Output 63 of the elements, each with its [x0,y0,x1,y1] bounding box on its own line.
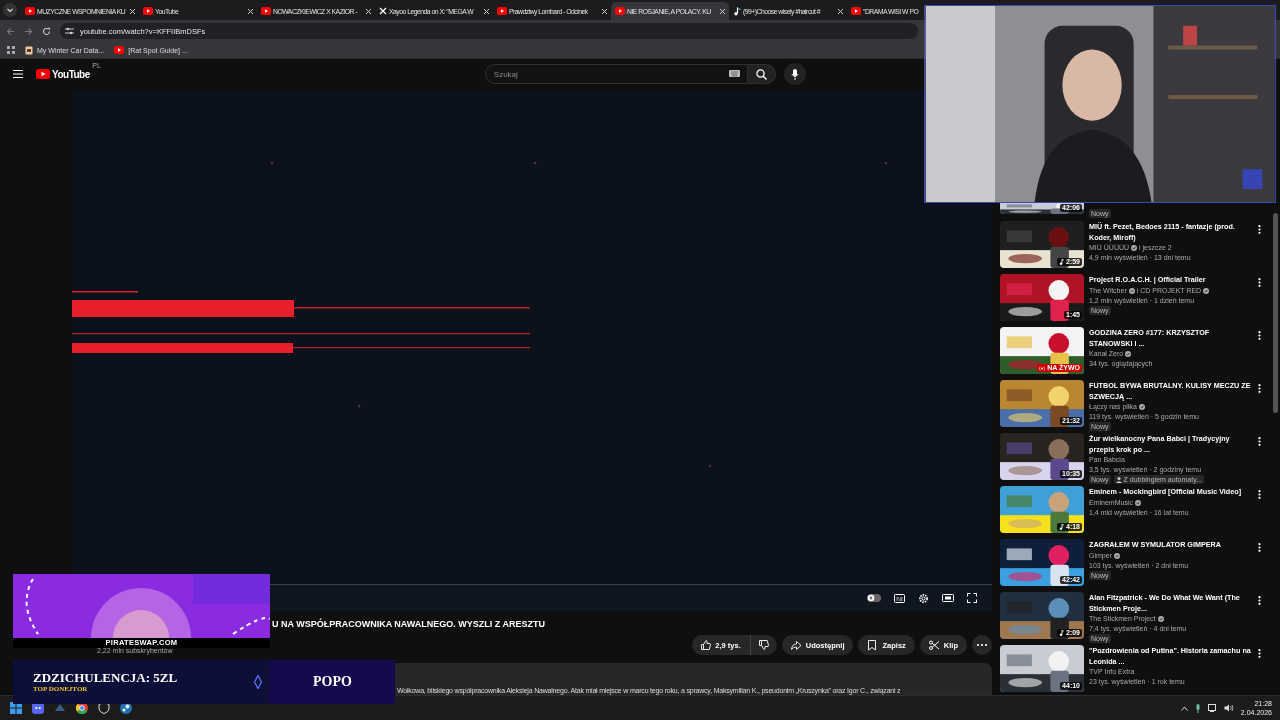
more-icon[interactable] [1258,596,1261,605]
fullscreen-icon[interactable] [967,593,977,603]
play-logo-icon [261,7,271,15]
autoplay-toggle[interactable] [867,594,881,602]
play-logo-icon [36,69,50,79]
scissors-icon [928,639,940,651]
app-icon[interactable] [54,702,66,714]
play-logo-icon [851,7,861,15]
logo-text: YouTube [52,68,90,80]
close-icon[interactable] [247,7,254,15]
more-icon[interactable] [1258,543,1261,552]
search-button[interactable] [747,64,776,84]
crystal-icon [254,675,262,689]
note-icon [733,6,741,16]
tab-list-button[interactable] [3,3,17,17]
subtitles-icon[interactable] [894,593,905,603]
bookmark-icon [867,639,879,651]
search-field[interactable]: Szukaj [484,64,748,84]
more-button[interactable] [972,635,992,655]
close-icon[interactable] [365,7,372,15]
play-logo-icon [114,46,125,54]
back-icon[interactable] [6,26,15,36]
play-logo-icon [143,7,153,15]
more-icon[interactable] [1258,278,1261,287]
play-logo-icon [497,7,507,15]
page-icon [25,45,33,55]
thumbs-up-icon [701,640,712,650]
thumbs-down-button[interactable] [750,635,777,655]
microphone-icon[interactable] [1194,703,1201,713]
theater-mode-icon[interactable] [942,594,954,602]
microphone-icon [790,68,799,80]
live-icon [1039,365,1046,371]
search-icon [755,68,767,80]
close-icon[interactable] [483,7,490,15]
menu-icon[interactable] [13,70,23,78]
forward-icon[interactable] [24,26,33,36]
voice-search-button[interactable] [783,63,806,85]
network-icon[interactable] [1207,704,1217,712]
cross-icon [379,7,387,15]
close-icon[interactable] [601,7,608,15]
donation-text: ZDZICHULENCJA: 5ZL [33,670,178,685]
close-icon[interactable] [719,7,726,15]
more-icon[interactable] [1258,331,1261,340]
volume-icon[interactable] [1223,704,1234,712]
keyboard-icon[interactable] [728,70,740,77]
video-title: U NA WSPÓŁPRACOWNIKA NAWALNEGO. WYSZLI Z ARESZTU [272,619,546,629]
donor-name: POPO [313,674,352,690]
reload-icon[interactable] [42,26,51,36]
more-icon[interactable] [1258,649,1261,658]
person-icon [1115,476,1122,483]
play-logo-icon [615,7,625,15]
close-icon[interactable] [129,7,136,15]
apps-grid-icon[interactable] [7,46,15,54]
more-icon[interactable] [1258,490,1261,499]
play-logo-icon [25,7,35,15]
more-icon[interactable] [1258,384,1261,393]
more-icon[interactable] [1258,437,1261,446]
share-icon [790,639,802,651]
settings-icon[interactable] [918,592,929,604]
site-settings-icon[interactable] [65,27,74,35]
more-icon[interactable] [1258,225,1261,234]
close-icon[interactable] [837,7,844,15]
show-hidden-icons-icon[interactable] [1180,705,1188,711]
